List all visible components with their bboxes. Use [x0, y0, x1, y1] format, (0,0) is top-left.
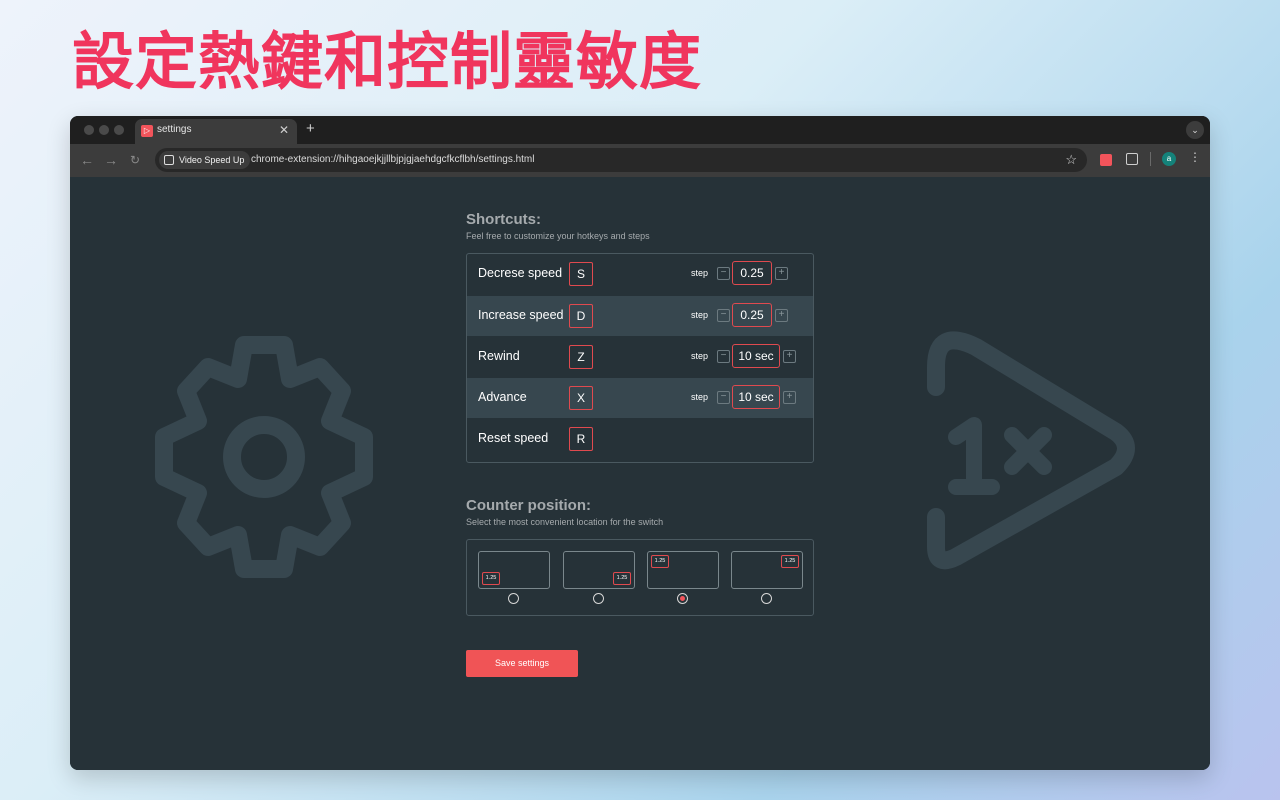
hotkey-input[interactable]: D [569, 304, 593, 328]
tab-search-chevron-icon[interactable]: ⌄ [1186, 121, 1204, 139]
step-increment-button[interactable]: + [783, 350, 796, 363]
hotkey-input[interactable]: R [569, 427, 593, 451]
counter-title: Counter position: [466, 497, 591, 514]
page-headline: 設定熱鍵和控制靈敏度 [72, 25, 703, 98]
shortcut-row-increase: Increase speed D step − 0.25 + [467, 296, 813, 336]
shortcut-label: Advance [478, 390, 527, 404]
browser-window: ▷ settings ✕ + ⌄ ← → ↻ Video Speed Up ch… [70, 116, 1210, 770]
tab-strip: ▷ settings ✕ + ⌄ [70, 116, 1210, 144]
reload-icon[interactable]: ↻ [130, 153, 140, 167]
step-decrement-button[interactable]: − [717, 267, 730, 280]
position-radio-bottom-left[interactable] [508, 593, 519, 604]
counter-badge: 1.25 [613, 572, 631, 585]
address-bar[interactable]: Video Speed Up chrome-extension://hihgao… [155, 148, 1087, 172]
step-label: step [691, 268, 709, 278]
back-arrow-icon[interactable]: ← [80, 152, 94, 168]
counter-badge: 1.25 [781, 555, 799, 568]
shortcut-row-decrease: Decrese speed S step − 0.25 + [467, 254, 813, 294]
profile-avatar[interactable]: a [1162, 152, 1176, 166]
hotkey-input[interactable]: X [569, 386, 593, 410]
speed-play-background-icon [927, 331, 1135, 570]
position-radio-top-left[interactable] [677, 593, 688, 604]
window-maximize-dot[interactable] [114, 125, 124, 135]
shortcut-label: Decrese speed [478, 266, 563, 280]
position-preview-top-left[interactable]: 1.25 [647, 551, 719, 589]
hotkey-input[interactable]: Z [569, 345, 593, 369]
extension-chip[interactable]: Video Speed Up [159, 151, 251, 169]
counter-position-panel: 1.25 1.25 1.25 1.25 [466, 539, 814, 616]
step-value-input[interactable]: 0.25 [732, 303, 772, 327]
position-radio-top-right[interactable] [761, 593, 772, 604]
position-radio-bottom-right[interactable] [593, 593, 604, 604]
shortcut-row-advance: Advance X step − 10 sec + [467, 378, 813, 418]
shortcut-label: Reset speed [478, 431, 549, 445]
step-value-input[interactable]: 0.25 [732, 261, 772, 285]
shortcut-label: Increase speed [478, 308, 564, 322]
position-preview-bottom-right[interactable]: 1.25 [563, 551, 635, 589]
more-menu-icon[interactable]: ⋮ [1189, 150, 1201, 164]
shortcut-row-rewind: Rewind Z step − 10 sec + [467, 337, 813, 377]
settings-page: Shortcuts: Feel free to customize your h… [70, 177, 1210, 770]
shortcuts-subtitle: Feel free to customize your hotkeys and … [466, 231, 650, 241]
new-tab-button[interactable]: + [306, 120, 315, 137]
step-increment-button[interactable]: + [775, 309, 788, 322]
shortcuts-panel: Decrese speed S step − 0.25 + Increase s… [466, 253, 814, 463]
counter-badge: 1.25 [651, 555, 669, 568]
step-decrement-button[interactable]: − [717, 391, 730, 404]
toolbar-divider [1150, 152, 1151, 166]
gear-background-icon [155, 336, 373, 578]
step-value-input[interactable]: 10 sec [732, 385, 780, 409]
shortcuts-title: Shortcuts: [466, 211, 541, 228]
hotkey-input[interactable]: S [569, 262, 593, 286]
url-text[interactable]: chrome-extension://hihgaoejkjjllbjpjgjae… [251, 154, 535, 165]
bookmark-star-icon[interactable]: ☆ [1065, 152, 1077, 168]
shortcut-row-reset: Reset speed R [467, 419, 813, 459]
position-preview-bottom-left[interactable]: 1.25 [478, 551, 550, 589]
step-decrement-button[interactable]: − [717, 309, 730, 322]
step-label: step [691, 392, 709, 402]
step-increment-button[interactable]: + [775, 267, 788, 280]
tab-settings[interactable]: ▷ settings ✕ [135, 119, 297, 144]
extensions-puzzle-icon[interactable] [1126, 153, 1138, 165]
tab-close-icon[interactable]: ✕ [279, 123, 289, 137]
position-preview-top-right[interactable]: 1.25 [731, 551, 803, 589]
window-minimize-dot[interactable] [99, 125, 109, 135]
tab-title: settings [157, 124, 192, 135]
browser-toolbar: ← → ↻ Video Speed Up chrome-extension://… [70, 144, 1210, 177]
step-increment-button[interactable]: + [783, 391, 796, 404]
save-settings-button[interactable]: Save settings [466, 650, 578, 677]
extension-chip-label: Video Speed Up [179, 155, 245, 165]
counter-subtitle: Select the most convenient location for … [466, 517, 664, 527]
step-label: step [691, 351, 709, 361]
extension-page-icon [164, 155, 174, 165]
step-decrement-button[interactable]: − [717, 350, 730, 363]
video-speed-extension-icon[interactable] [1100, 154, 1112, 166]
forward-arrow-icon[interactable]: → [104, 152, 118, 168]
counter-badge: 1.25 [482, 572, 500, 585]
extension-favicon-icon: ▷ [141, 125, 153, 137]
shortcut-label: Rewind [478, 349, 520, 363]
step-value-input[interactable]: 10 sec [732, 344, 780, 368]
window-close-dot[interactable] [84, 125, 94, 135]
step-label: step [691, 310, 709, 320]
